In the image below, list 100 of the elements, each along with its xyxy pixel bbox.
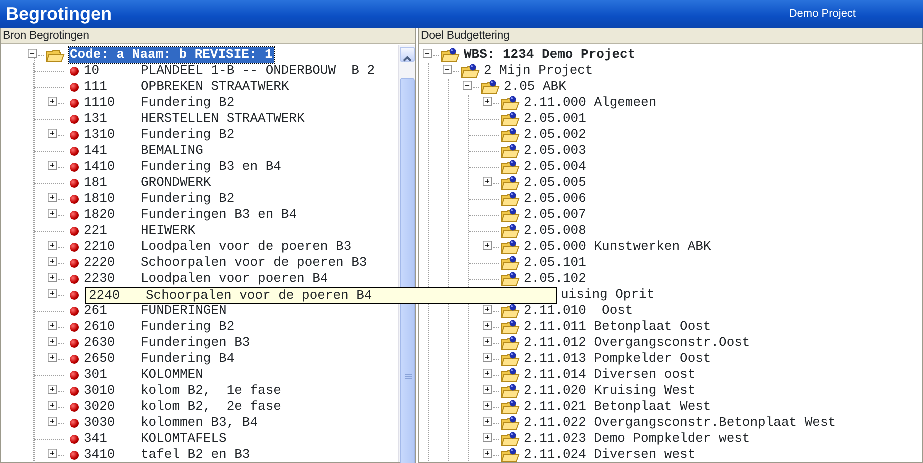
item-code: 3030 (84, 415, 116, 431)
item-name: HEIWERK (141, 223, 196, 239)
expand-button[interactable] (483, 369, 492, 378)
expand-button[interactable] (483, 449, 492, 458)
expand-button[interactable] (48, 97, 57, 106)
bullet-icon (70, 242, 79, 252)
tree-item[interactable]: 2.05.101 (524, 255, 586, 271)
expand-button[interactable] (483, 321, 492, 330)
scrollbar[interactable] (398, 45, 415, 462)
expand-button[interactable] (483, 401, 492, 410)
item-name: GRONDWERK (141, 175, 212, 191)
tree-item[interactable]: 2.11.014 Diversen oost (524, 367, 696, 383)
collapse-button[interactable] (463, 81, 472, 90)
tree-item[interactable]: 2.05.002 (524, 127, 586, 143)
tree-item[interactable]: 2.05.005 (524, 175, 586, 191)
expand-button[interactable] (48, 449, 57, 458)
item-name: BEMALING (141, 143, 204, 159)
expand-button[interactable] (48, 353, 57, 362)
tree-item[interactable]: 2.05.007 (524, 207, 586, 223)
item-name: OPBREKEN STRAATWERK (141, 79, 290, 95)
bullet-icon (70, 162, 79, 172)
expand-button[interactable] (483, 385, 492, 394)
item-code: 2650 (84, 351, 116, 367)
item-code: 1810 (84, 191, 116, 207)
tree-item[interactable]: 2 Mijn Project (484, 63, 594, 79)
expand-button[interactable] (48, 401, 57, 410)
project-name: Demo Project (789, 6, 856, 22)
item-code: 221 (84, 223, 108, 239)
item-name: HERSTELLEN STRAATWERK (141, 111, 305, 127)
item-code: 181 (84, 175, 108, 191)
expand-button[interactable] (483, 337, 492, 346)
item-code: 2240 (89, 288, 122, 304)
tree-item[interactable]: 2.11.000 Algemeen (524, 95, 657, 111)
scroll-up-button[interactable] (400, 47, 415, 62)
expand-button[interactable] (48, 289, 57, 298)
tree-item[interactable]: 2.11.021 Betonplaat West (524, 399, 712, 415)
folder-ball-icon (501, 159, 520, 175)
collapse-button[interactable] (28, 49, 37, 58)
item-code: 1110 (84, 95, 116, 111)
tree-item[interactable]: 2.11.023 Demo Pompkelder west (524, 431, 750, 447)
tree-item[interactable]: 2.05.004 (524, 159, 586, 175)
scroll-thumb[interactable] (400, 78, 415, 463)
expand-button[interactable] (48, 385, 57, 394)
expand-button[interactable] (483, 97, 492, 106)
expand-button[interactable] (483, 241, 492, 250)
collapse-button[interactable] (423, 49, 432, 58)
expand-button[interactable] (48, 129, 57, 138)
expand-button[interactable] (483, 433, 492, 442)
tree-item[interactable]: 2.05.006 (524, 191, 586, 207)
expand-button[interactable] (48, 337, 57, 346)
item-code: 1310 (84, 127, 116, 143)
folder-ball-icon (501, 367, 520, 383)
tree-item[interactable]: 2.11.020 Kruising West (524, 383, 696, 399)
expand-button[interactable] (48, 321, 57, 330)
tree-item[interactable]: 2.11.010 Oost (524, 303, 634, 319)
tree-item[interactable]: uising Oprit (561, 287, 655, 303)
tree-item[interactable]: 2.05.008 (524, 223, 586, 239)
item-code: 2630 (84, 335, 116, 351)
tree-item[interactable]: 2.05.001 (524, 111, 586, 127)
bullet-icon (70, 274, 79, 284)
bullet-icon (70, 226, 79, 236)
expand-button[interactable] (483, 417, 492, 426)
item-name: Schoorpalen voor de poeren B3 (141, 255, 368, 271)
tree-item[interactable]: 2.11.013 Pompkelder Oost (524, 351, 712, 367)
bullet-icon (70, 306, 79, 316)
tree-item[interactable]: 2.05.003 (524, 143, 586, 159)
item-code: 2220 (84, 255, 116, 271)
bullet-icon (70, 418, 79, 428)
tree-item[interactable]: 2.05.102 (524, 271, 586, 287)
expand-button[interactable] (48, 273, 57, 282)
expand-button[interactable] (483, 353, 492, 362)
collapse-button[interactable] (443, 65, 452, 74)
tree-item[interactable]: Code: a Naam: b REVISIE: 1 (69, 47, 274, 63)
expand-button[interactable] (48, 209, 57, 218)
tree-item[interactable]: 2.11.011 Betonplaat Oost (524, 319, 712, 335)
panel-header: Doel Budgettering (419, 28, 922, 44)
item-code: 2610 (84, 319, 116, 335)
item-name: Fundering B2 (141, 95, 235, 111)
tree-item[interactable]: 2.11.012 Overgangsconstr.Oost (524, 335, 750, 351)
expand-button[interactable] (48, 257, 57, 266)
bullet-icon (70, 114, 79, 124)
item-name: Fundering B2 (141, 127, 235, 143)
tree-item[interactable]: 2.05 ABK (504, 79, 566, 95)
bullet-icon (70, 258, 79, 268)
expand-button[interactable] (48, 241, 57, 250)
item-name: Funderingen B3 en B4 (141, 207, 298, 223)
item-code: 131 (84, 111, 108, 127)
item-code: 2210 (84, 239, 116, 255)
folder-icon (46, 47, 65, 63)
expand-button[interactable] (48, 161, 57, 170)
expand-button[interactable] (483, 177, 492, 186)
tree-item[interactable]: 2.05.000 Kunstwerken ABK (524, 239, 712, 255)
expand-button[interactable] (483, 305, 492, 314)
item-code: 2230 (84, 271, 116, 287)
tree-item[interactable]: WBS: 1234 Demo Project (464, 47, 636, 63)
expand-button[interactable] (48, 193, 57, 202)
expand-button[interactable] (48, 417, 57, 426)
item-name: kolom B2, 1e fase (141, 383, 282, 399)
tree-item[interactable]: 2.11.024 Diversen west (524, 447, 696, 463)
tree-item[interactable]: 2.11.022 Overgangsconstr.Betonplaat West (524, 415, 836, 431)
